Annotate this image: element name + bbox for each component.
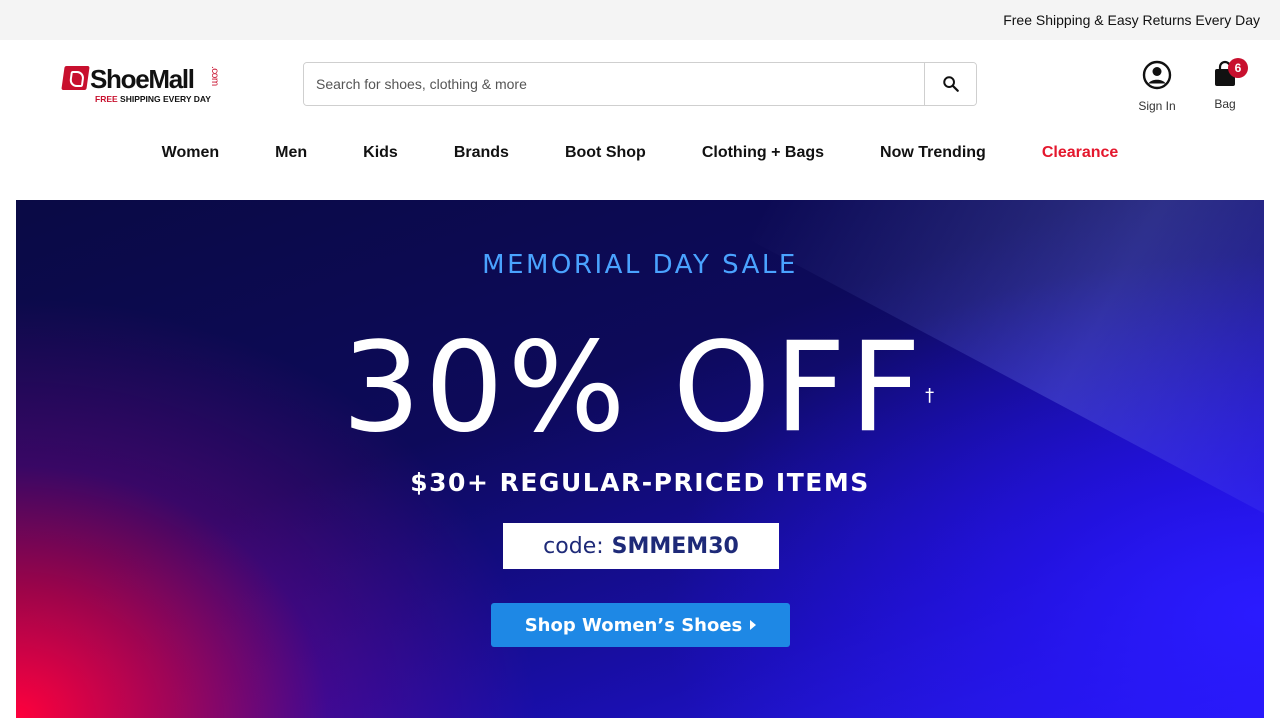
main-navigation: Women Men Kids Brands Boot Shop Clothing… [0,126,1280,200]
nav-item-boot-shop[interactable]: Boot Shop [537,144,674,162]
dagger-footnote-mark: † [925,385,939,406]
nav-item-brands[interactable]: Brands [426,144,537,162]
shoemall-logo-icon [61,66,90,90]
bag-label: Bag [1214,97,1236,111]
logo-dotcom: .com [209,66,220,86]
nav-item-women[interactable]: Women [134,144,247,162]
logo-wordmark: ShoeMall [90,64,195,94]
shoemall-logo[interactable]: ShoeMall .com FREE SHIPPING EVERY DAY [61,64,223,108]
banner-headline: 30% OFF† [341,316,939,460]
caret-right-icon [750,620,757,630]
user-circle-icon [1142,60,1172,90]
nav-item-clearance[interactable]: Clearance [1014,144,1147,162]
shipping-message: Free Shipping & Easy Returns Every Day [1003,12,1260,28]
bag-button[interactable]: 6 Bag [1204,58,1248,111]
sign-in-label: Sign In [1138,99,1176,113]
nav-item-kids[interactable]: Kids [335,144,426,162]
promo-topbar: Free Shipping & Easy Returns Every Day [0,0,1280,40]
shop-womens-shoes-button[interactable]: Shop Women’s Shoes [491,603,790,647]
nav-item-now-trending[interactable]: Now Trending [852,144,1014,162]
search-input[interactable] [304,63,924,105]
search-bar [303,62,977,106]
promo-code-box: code: SMMEM30 [503,523,779,569]
site-header: ShoeMall .com FREE SHIPPING EVERY DAY Si… [0,40,1280,126]
promo-code-value: SMMEM30 [611,533,739,559]
logo-tagline: FREE SHIPPING EVERY DAY [95,94,211,104]
nav-item-clothing-bags[interactable]: Clothing + Bags [674,144,852,162]
cta-label: Shop Women’s Shoes [524,614,743,636]
search-button[interactable] [924,63,976,105]
banner-kicker: MEMORIAL DAY SALE [482,250,798,280]
memorial-day-sale-banner[interactable]: MEMORIAL DAY SALE 30% OFF† $30+ REGULAR-… [16,200,1264,718]
bag-count-badge: 6 [1228,58,1248,78]
sign-in-button[interactable]: Sign In [1130,60,1184,113]
banner-subhead: $30+ REGULAR-PRICED ITEMS [410,468,870,497]
search-icon [942,76,959,92]
nav-item-men[interactable]: Men [247,144,335,162]
promo-code-label: code: [543,533,604,559]
